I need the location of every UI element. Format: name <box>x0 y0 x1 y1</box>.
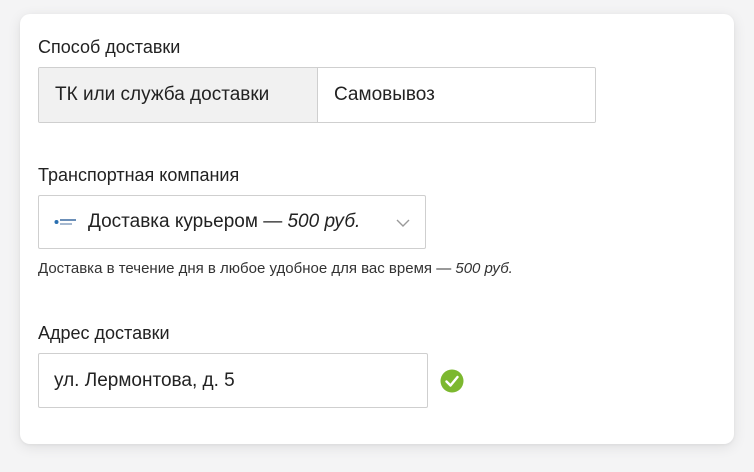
check-circle-icon <box>440 369 464 393</box>
address-input[interactable] <box>38 353 428 408</box>
selected-transport-name: Доставка курьером — <box>88 211 288 232</box>
option-courier-service[interactable]: ТК или служба доставки <box>39 68 318 122</box>
delivery-form-card: Способ доставки ТК или служба доставки С… <box>20 14 734 444</box>
option-pickup[interactable]: Самовывоз <box>318 68 595 122</box>
transport-company-label: Транспортная компания <box>38 165 240 185</box>
address-label: Адрес доставки <box>38 323 170 343</box>
transport-company-select[interactable]: Доставка курьером — 500 руб. <box>38 195 426 249</box>
delivery-hint-price: 500 руб. <box>455 260 513 277</box>
delivery-hint: Доставка в течение дня в любое удобное д… <box>38 260 513 277</box>
delivery-method-label: Способ доставки <box>38 37 181 57</box>
chevron-down-icon <box>395 216 411 228</box>
delivery-method-switch: ТК или служба доставки Самовывоз <box>38 67 596 123</box>
delivery-hint-text: Доставка в течение дня в любое удобное д… <box>38 260 456 277</box>
selected-transport: Доставка курьером — 500 руб. <box>88 211 360 233</box>
courier-logo-icon <box>54 216 78 228</box>
selected-transport-price: 500 руб. <box>287 211 361 232</box>
